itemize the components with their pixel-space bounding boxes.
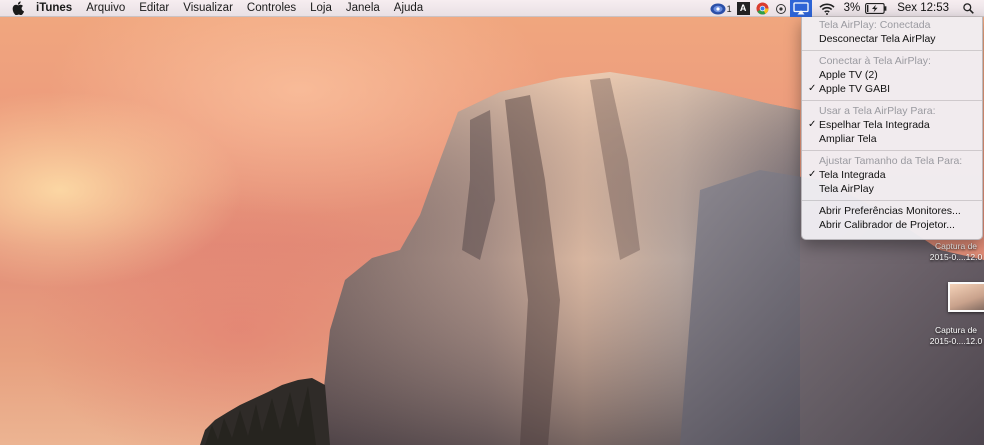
menu-app-itunes[interactable]: iTunes	[30, 0, 79, 17]
adobe-icon[interactable]: A	[734, 0, 753, 17]
menu-controles[interactable]: Controles	[240, 0, 303, 17]
menu-bar-clock[interactable]: Sex 12:53	[893, 0, 957, 17]
menu-item-apple-tv-2[interactable]: Apple TV (2)	[802, 68, 982, 82]
menu-item-label: Espelhar Tela Integrada	[819, 119, 930, 131]
spotlight-search-icon[interactable]	[957, 0, 984, 17]
notification-count: 1	[726, 3, 732, 14]
airplay-dropdown-menu: Tela AirPlay: Conectada Desconectar Tela…	[801, 17, 983, 240]
menu-loja[interactable]: Loja	[303, 0, 339, 17]
airplay-icon[interactable]	[789, 0, 812, 17]
menu-item-label: Abrir Preferências Monitores...	[819, 205, 961, 217]
menu-item-disconnect-airplay[interactable]: Desconectar Tela AirPlay	[802, 32, 982, 46]
menu-item-label: Apple TV GABI	[819, 83, 891, 95]
menu-separator	[802, 150, 982, 151]
menu-separator	[802, 50, 982, 51]
notification-badge-icon[interactable]: 1	[707, 0, 734, 17]
use-airplay-for-header: Usar a Tela AirPlay Para:	[819, 105, 936, 117]
menu-bar-status-area: 1 A 3% Sex 12:53	[707, 0, 984, 17]
menu-item-airplay-display[interactable]: Tela AirPlay	[802, 182, 982, 196]
desktop-file-date: 2015-0....12.0	[929, 336, 983, 346]
checkmark-icon: ✓	[808, 119, 817, 130]
screenshot-thumbnail-icon[interactable]	[948, 282, 984, 312]
desktop-file-date: 2015-0....12.0	[929, 252, 983, 262]
menu-item-label: Ampliar Tela	[819, 133, 877, 145]
menu-visualizar[interactable]: Visualizar	[176, 0, 240, 17]
menu-item-label: Desconectar Tela AirPlay	[819, 33, 936, 45]
menu-arquivo[interactable]: Arquivo	[79, 0, 132, 17]
menu-item-apple-tv-gabi[interactable]: ✓ Apple TV GABI	[802, 82, 982, 96]
menu-separator	[802, 100, 982, 101]
menu-item-built-in-display[interactable]: ✓ Tela Integrada	[802, 168, 982, 182]
menu-item-open-projector-calibrator[interactable]: Abrir Calibrador de Projetor...	[802, 218, 982, 232]
menu-item-label: Tela Integrada	[819, 169, 886, 181]
menu-item-open-display-preferences[interactable]: Abrir Preferências Monitores...	[802, 204, 982, 218]
battery-percent: 3%	[843, 2, 861, 14]
checkmark-icon: ✓	[808, 169, 817, 180]
menu-editar[interactable]: Editar	[132, 0, 176, 17]
desktop-file-name: Captura de	[934, 241, 978, 251]
menu-separator	[802, 200, 982, 201]
menu-bar-left: iTunes Arquivo Editar Visualizar Control…	[0, 0, 430, 17]
menu-item-label: Abrir Calibrador de Projetor...	[819, 219, 955, 231]
menu-item-extend-display[interactable]: Ampliar Tela	[802, 132, 982, 146]
chrome-icon[interactable]	[753, 0, 772, 17]
adobe-label: A	[736, 2, 750, 15]
battery-charging-icon[interactable]	[864, 0, 893, 17]
menu-item-mirror-built-in[interactable]: ✓ Espelhar Tela Integrada	[802, 118, 982, 132]
desktop-file-screenshot-1[interactable]: Captura de 2015-0....12.0	[926, 241, 984, 263]
match-size-header: Ajustar Tamanho da Tela Para:	[819, 155, 963, 167]
menu-janela[interactable]: Janela	[339, 0, 387, 17]
menu-item-label: Tela AirPlay	[819, 183, 874, 195]
checkmark-icon: ✓	[808, 83, 817, 94]
dock-status-icon[interactable]	[772, 0, 790, 17]
airplay-status-header: Tela AirPlay: Conectada	[819, 19, 931, 31]
menu-bar: iTunes Arquivo Editar Visualizar Control…	[0, 0, 984, 17]
desktop-file-screenshot-2[interactable]: Captura de 2015-0....12.0	[926, 325, 984, 347]
menu-item-label: Apple TV (2)	[819, 69, 878, 81]
apple-logo-icon[interactable]	[6, 0, 30, 17]
menu-ajuda[interactable]: Ajuda	[387, 0, 430, 17]
connect-airplay-header: Conectar à Tela AirPlay:	[819, 55, 931, 67]
desktop-file-name: Captura de	[934, 325, 978, 335]
wifi-icon[interactable]	[812, 0, 840, 17]
